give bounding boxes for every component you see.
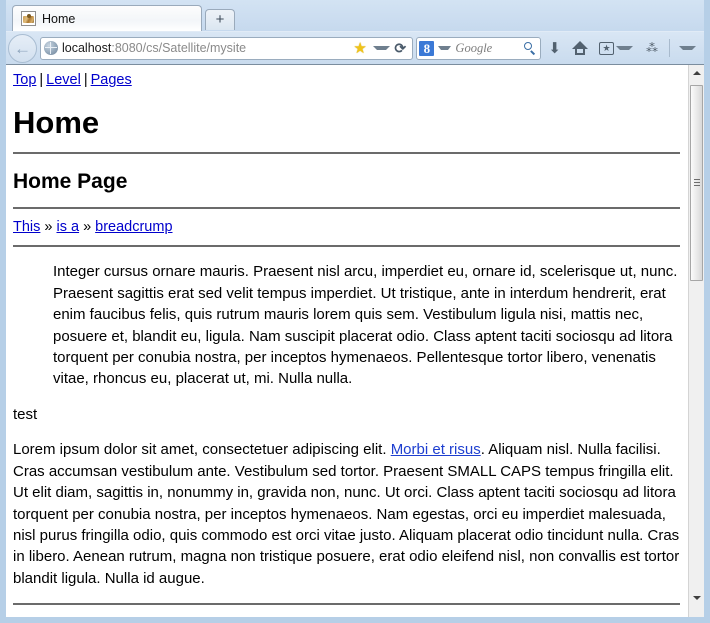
chevron-down-icon <box>693 596 701 600</box>
chevron-down-icon[interactable] <box>373 46 390 50</box>
back-arrow-icon: ← <box>14 40 31 57</box>
page-content: Top|Level|Pages Home Home Page This»is a… <box>6 65 688 615</box>
scroll-up-button[interactable] <box>689 65 704 81</box>
bookmarks-chevron-down-icon <box>616 46 633 50</box>
navigation-toolbar: ← localhost:8080/cs/Satellite/mysite ★ ⟳… <box>6 31 704 64</box>
chevron-down-icon <box>679 46 696 50</box>
lorem-paragraph: Lorem ipsum dolor sit amet, consectetuer… <box>13 439 680 589</box>
search-box[interactable]: 8 Google <box>416 37 541 60</box>
browser-tab-home[interactable]: Home <box>12 5 202 31</box>
vertical-scrollbar[interactable] <box>688 65 704 617</box>
browser-window: Home + ← localhost:8080/cs/Satellite/mys… <box>0 0 710 623</box>
paragraph-text-before-link: Lorem ipsum dolor sit amet, consectetuer… <box>13 441 391 458</box>
search-input[interactable]: Google <box>455 41 519 56</box>
search-icon[interactable] <box>523 42 536 55</box>
extension-button[interactable]: ⁂ <box>640 35 664 61</box>
new-tab-button[interactable]: + <box>205 9 235 30</box>
breadcrumb-separator: » <box>83 219 91 235</box>
url-text: localhost:8080/cs/Satellite/mysite <box>62 41 349 55</box>
google-logo-icon: 8 <box>419 41 434 56</box>
url-host: localhost <box>62 41 111 55</box>
extension-icon: ⁂ <box>644 41 660 55</box>
inline-link-morbi-et-risus[interactable]: Morbi et risus <box>391 441 481 458</box>
breadcrumb: This»is a»breadcrump <box>13 219 680 235</box>
search-engine-chevron-down-icon[interactable] <box>438 46 451 50</box>
nav-link-top[interactable]: Top <box>13 72 36 88</box>
bookmark-star-icon[interactable]: ★ <box>353 41 369 56</box>
back-button[interactable]: ← <box>8 34 37 63</box>
nav-link-level[interactable]: Level <box>46 72 81 88</box>
scroll-down-button[interactable] <box>689 590 704 606</box>
address-bar[interactable]: localhost:8080/cs/Satellite/mysite ★ ⟳ <box>40 37 413 60</box>
nav-separator: | <box>39 72 43 88</box>
breadcrumb-link-breadcrump[interactable]: breadcrump <box>95 219 172 235</box>
globe-icon <box>44 41 58 55</box>
scrollbar-grip-icon <box>694 179 700 187</box>
tab-title: Home <box>42 12 75 26</box>
breadcrumb-link-is-a[interactable]: is a <box>56 219 79 235</box>
toolbar-overflow-button[interactable] <box>675 35 700 61</box>
chevron-up-icon <box>693 71 701 75</box>
intro-blockquote: Integer cursus ornare mauris. Praesent n… <box>53 261 680 390</box>
page-viewport: Top|Level|Pages Home Home Page This»is a… <box>6 64 704 617</box>
breadcrumb-link-this[interactable]: This <box>13 219 40 235</box>
nav-link-pages[interactable]: Pages <box>91 72 132 88</box>
site-favicon-icon <box>21 11 36 26</box>
paragraph-text-after: tempus fringilla elit. Ut elit diam, sag… <box>13 463 679 587</box>
reload-icon[interactable]: ⟳ <box>394 41 408 55</box>
home-button[interactable] <box>568 35 592 61</box>
page-title: Home <box>13 106 680 140</box>
bookmarks-button[interactable]: ★ <box>595 35 637 61</box>
divider-under-breadcrumb <box>13 245 680 247</box>
download-arrow-icon: ⬇ <box>548 41 561 56</box>
breadcrumb-separator: » <box>44 219 52 235</box>
scrollbar-thumb[interactable] <box>690 85 703 281</box>
tab-strip: Home + <box>6 0 704 31</box>
bookmark-star-box-icon: ★ <box>599 42 614 55</box>
divider-under-subtitle <box>13 207 680 209</box>
downloads-button[interactable]: ⬇ <box>544 35 565 61</box>
divider-bottom <box>13 603 680 605</box>
divider-under-title <box>13 152 680 154</box>
test-paragraph: test <box>13 404 680 425</box>
page-subtitle: Home Page <box>13 170 680 193</box>
url-path: :8080/cs/Satellite/mysite <box>111 41 246 55</box>
toolbar-divider <box>669 39 670 57</box>
top-navigation: Top|Level|Pages <box>13 72 680 88</box>
small-caps-text: SMALL CAPS <box>447 463 541 480</box>
home-icon <box>572 41 588 55</box>
nav-separator: | <box>84 72 88 88</box>
